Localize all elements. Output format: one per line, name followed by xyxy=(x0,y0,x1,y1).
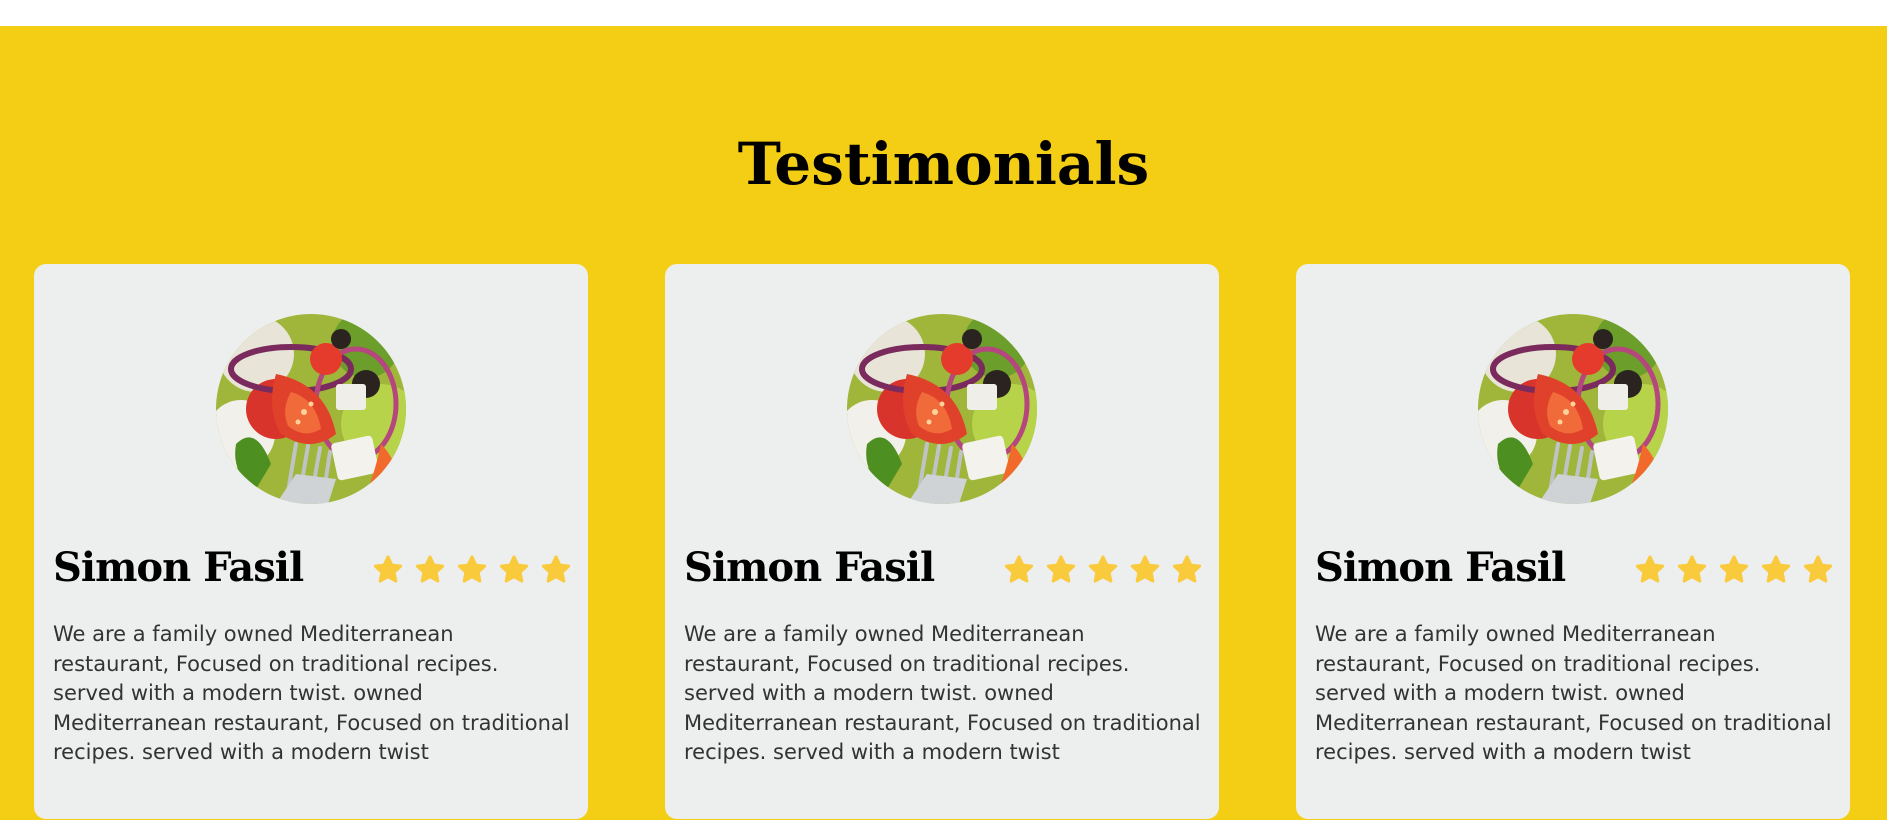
section-title: Testimonials xyxy=(737,130,1150,198)
star-icon xyxy=(372,554,404,586)
star-icon xyxy=(1087,554,1119,586)
reviewer-name: Simon Fasil xyxy=(684,544,935,591)
testimonial-card: Simon Fasil We are a family owned Medite… xyxy=(665,264,1219,819)
star-icon xyxy=(540,554,572,586)
testimonial-card: Simon Fasil We are a family owned Medite… xyxy=(1296,264,1850,819)
avatar xyxy=(847,314,1037,504)
star-icon xyxy=(456,554,488,586)
star-icon xyxy=(414,554,446,586)
star-rating xyxy=(1003,554,1203,586)
testimonial-text: We are a family owned Mediterranean rest… xyxy=(53,622,570,764)
star-rating xyxy=(372,554,572,586)
testimonial-text: We are a family owned Mediterranean rest… xyxy=(684,622,1201,764)
star-icon xyxy=(1760,554,1792,586)
star-icon xyxy=(1129,554,1161,586)
star-icon xyxy=(1718,554,1750,586)
avatar xyxy=(1478,314,1668,504)
reviewer-name: Simon Fasil xyxy=(53,544,304,591)
star-icon xyxy=(1802,554,1834,586)
star-icon xyxy=(1003,554,1035,586)
star-icon xyxy=(1634,554,1666,586)
star-icon xyxy=(1676,554,1708,586)
testimonial-card: Simon Fasil We are a family owned Medite… xyxy=(34,264,588,819)
testimonials-section: Testimonials Simon Fasil We are a family… xyxy=(0,26,1887,820)
avatar xyxy=(216,314,406,504)
star-rating xyxy=(1634,554,1834,586)
testimonial-text: We are a family owned Mediterranean rest… xyxy=(1315,622,1832,764)
star-icon xyxy=(498,554,530,586)
star-icon xyxy=(1045,554,1077,586)
reviewer-name: Simon Fasil xyxy=(1315,544,1566,591)
star-icon xyxy=(1171,554,1203,586)
